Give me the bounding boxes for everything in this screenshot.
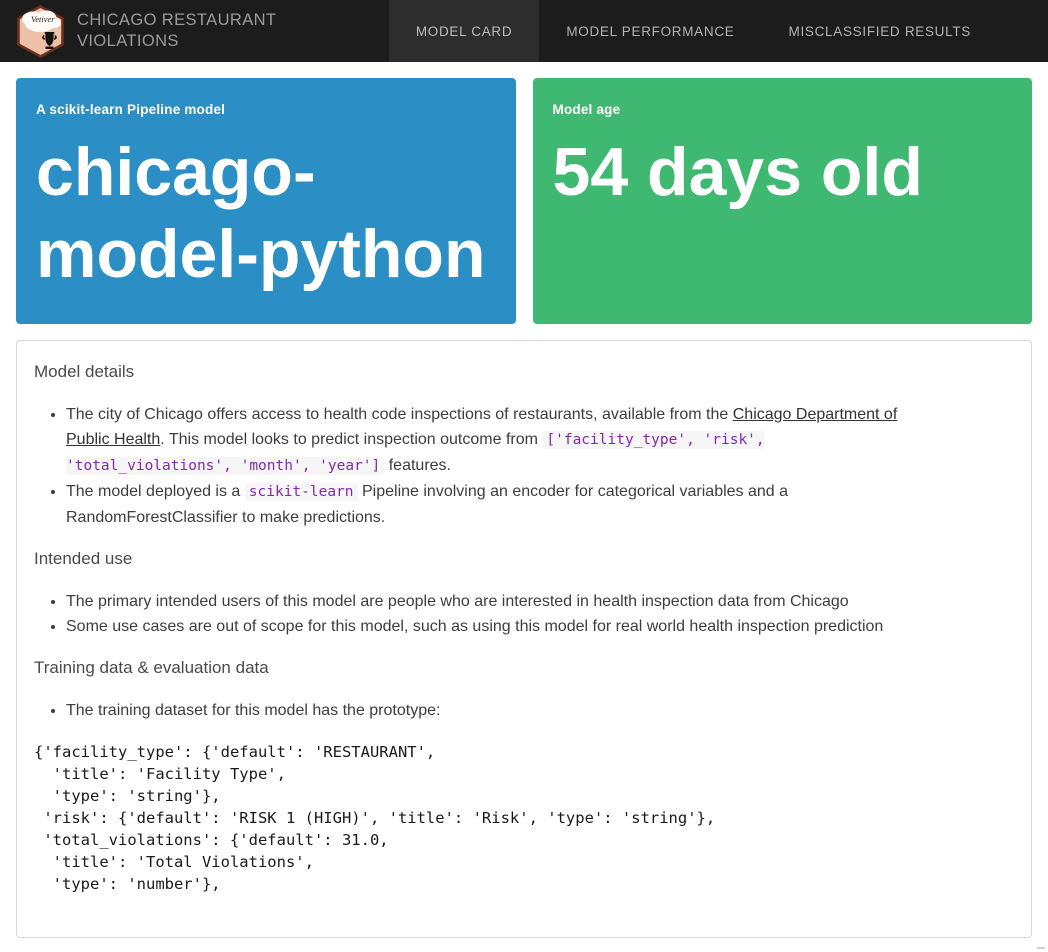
model-details-list: The city of Chicago offers access to hea…: [34, 402, 914, 530]
tab-model-performance[interactable]: MODEL PERFORMANCE: [539, 0, 761, 62]
app-title: CHICAGO RESTAURANT VIOLATIONS: [77, 10, 276, 52]
resize-handle-icon[interactable]: [1037, 941, 1045, 949]
model-card-panel: Model details The city of Chicago offers…: [16, 340, 1032, 938]
training-data-heading: Training data & evaluation data: [34, 657, 1014, 678]
model-name-value: chicago-model-python: [36, 131, 496, 295]
value-box-model-age: Model age 54 days old: [533, 78, 1033, 324]
model-details-heading: Model details: [34, 361, 1014, 382]
value-box-label: A scikit-learn Pipeline model: [36, 102, 496, 117]
list-item: The city of Chicago offers access to hea…: [66, 402, 914, 479]
value-box-model-name: A scikit-learn Pipeline model chicago-mo…: [16, 78, 516, 324]
training-data-list: The training dataset for this model has …: [34, 698, 914, 723]
svg-text:Vetiver: Vetiver: [31, 14, 55, 24]
model-age-value: 54 days old: [553, 131, 1013, 213]
vetiver-logo-icon: Vetiver: [16, 5, 65, 58]
list-item: The model deployed is a scikit-learn Pip…: [66, 479, 914, 530]
navbar: Vetiver CHICAGO RESTAURANT VIOLATIONS MO…: [0, 0, 1048, 62]
main-content: A scikit-learn Pipeline model chicago-mo…: [0, 62, 1048, 952]
sklearn-code: scikit-learn: [245, 483, 358, 501]
list-item: The training dataset for this model has …: [66, 698, 914, 723]
list-item: The primary intended users of this model…: [66, 589, 914, 614]
tab-misclassified-results[interactable]: MISCLASSIFIED RESULTS: [762, 0, 999, 62]
nav-tabs: MODEL CARD MODEL PERFORMANCE MISCLASSIFI…: [389, 0, 1048, 62]
intended-use-heading: Intended use: [34, 548, 1014, 569]
prototype-code-block: {'facility_type': {'default': 'RESTAURAN…: [34, 741, 1014, 895]
value-box-label: Model age: [553, 102, 1013, 117]
intended-use-list: The primary intended users of this model…: [34, 589, 914, 639]
tab-model-card[interactable]: MODEL CARD: [389, 0, 540, 62]
list-item: Some use cases are out of scope for this…: [66, 614, 914, 639]
value-box-row: A scikit-learn Pipeline model chicago-mo…: [16, 78, 1032, 324]
brand: Vetiver CHICAGO RESTAURANT VIOLATIONS: [0, 0, 276, 62]
